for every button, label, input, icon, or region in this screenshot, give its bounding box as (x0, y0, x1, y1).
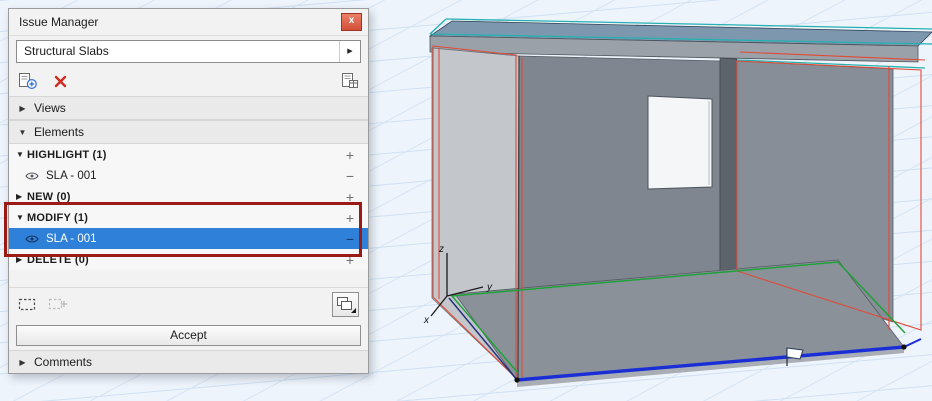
issue-toolbar (9, 66, 368, 96)
chevron-down-icon: ▼ (18, 128, 27, 137)
edge-endpoint-dot[interactable] (514, 377, 519, 382)
panel-title: Issue Manager (19, 15, 341, 29)
close-button[interactable]: x (341, 13, 362, 31)
axis-label-x: x (423, 315, 430, 326)
chevron-right-icon: ▶ (16, 192, 27, 201)
chevron-right-icon: ▶ (18, 358, 27, 367)
scheme-selector-row: Structural Slabs ▶ (9, 36, 368, 66)
section-header-elements[interactable]: ▼ Elements (9, 120, 368, 144)
accept-row: Accept (9, 320, 368, 350)
section-label-comments: Comments (34, 355, 92, 369)
elements-list: ▼ HIGHLIGHT (1) + SLA - 001 − ▶ NEW (0) … (9, 144, 368, 270)
remove-element-button[interactable]: − (339, 232, 361, 246)
wall-column[interactable] (720, 58, 737, 271)
add-elements-button[interactable]: + (339, 190, 361, 204)
add-elements-button[interactable]: + (339, 253, 361, 267)
scheme-flyout-arrow-icon[interactable]: ▶ (339, 41, 360, 62)
group-row-delete[interactable]: ▶ DELETE (0) + (9, 249, 368, 270)
element-row-sla001-highlight[interactable]: SLA - 001 − (9, 165, 368, 186)
add-elements-button[interactable]: + (339, 148, 361, 162)
group-row-modify[interactable]: ▼ MODIFY (1) + (9, 207, 368, 228)
panel-titlebar[interactable]: Issue Manager x (9, 9, 368, 36)
window-opening[interactable] (648, 96, 712, 189)
delete-issue-icon[interactable] (54, 75, 67, 88)
highlight-eye-icon (25, 234, 39, 244)
edge-endpoint-dot[interactable] (901, 344, 906, 349)
highlight-eye-icon (25, 171, 39, 181)
add-selection-icon[interactable] (48, 297, 68, 311)
issue-manager-panel: Issue Manager x Structural Slabs ▶ (8, 8, 369, 374)
section-header-views[interactable]: ▶ Views (9, 96, 368, 120)
element-row-sla001-modify-selected[interactable]: SLA - 001 − (9, 228, 368, 249)
axis-label-y: y (486, 282, 493, 293)
section-header-comments[interactable]: ▶ Comments (9, 350, 368, 373)
group-row-highlight[interactable]: ▼ HIGHLIGHT (1) + (9, 144, 368, 165)
add-elements-button[interactable]: + (339, 211, 361, 225)
chevron-right-icon: ▶ (18, 104, 27, 113)
chevron-down-icon: ▼ (16, 213, 27, 222)
remove-element-button[interactable]: − (339, 169, 361, 183)
accept-button[interactable]: Accept (16, 325, 361, 346)
section-label-elements: Elements (34, 125, 84, 139)
add-issue-icon[interactable] (18, 73, 38, 90)
show-in-views-flyout-button[interactable] (332, 292, 359, 317)
marquee-icon[interactable] (18, 298, 36, 311)
axis-label-z: z (438, 244, 444, 255)
selection-toolbar (9, 287, 368, 320)
chevron-right-icon: ▶ (16, 255, 27, 264)
chevron-down-icon: ▼ (16, 150, 27, 159)
scheme-selector[interactable]: Structural Slabs ▶ (16, 40, 361, 63)
issue-details-icon[interactable] (341, 73, 359, 90)
section-label-views: Views (34, 101, 66, 115)
group-row-new[interactable]: ▶ NEW (0) + (9, 186, 368, 207)
scheme-selector-value: Structural Slabs (17, 44, 339, 58)
